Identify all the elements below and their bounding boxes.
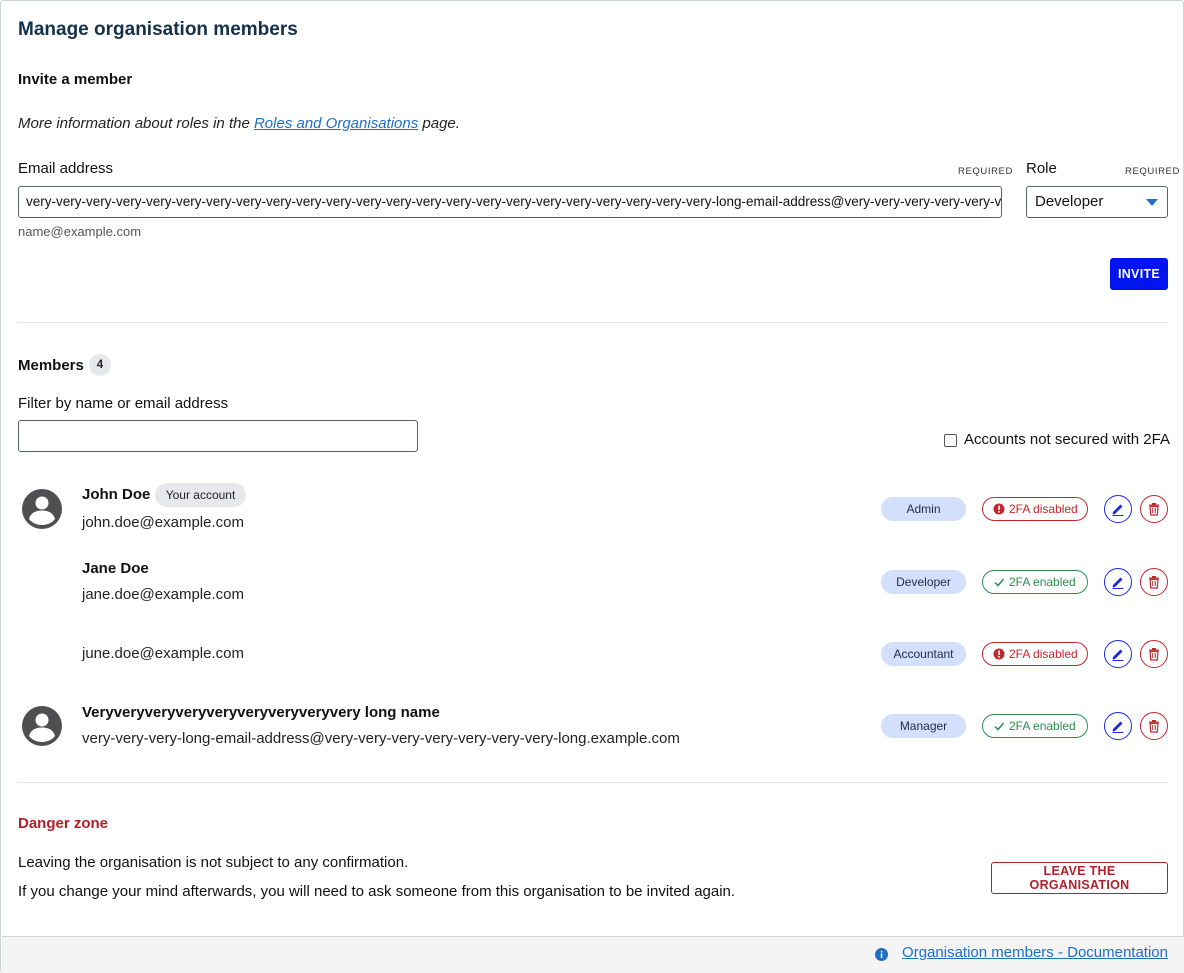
page-title: Manage organisation members: [18, 19, 298, 40]
trash-icon: [1149, 503, 1159, 516]
roles-info-text: More information about roles in the Role…: [18, 115, 460, 132]
role-required-tag: REQUIRED: [1125, 166, 1180, 177]
tfa-status-badge: 2FA disabled: [982, 497, 1088, 521]
delete-member-button[interactable]: [1140, 495, 1168, 523]
tfa-status-label: 2FA enabled: [1009, 575, 1076, 589]
trash-icon: [1149, 576, 1159, 589]
check-icon: [994, 578, 1005, 587]
member-email: jane.doe@example.com: [82, 586, 244, 603]
invite-heading: Invite a member: [18, 71, 133, 88]
delete-member-button[interactable]: [1140, 640, 1168, 668]
tfa-status-label: 2FA enabled: [1009, 719, 1076, 733]
delete-member-button[interactable]: [1140, 568, 1168, 596]
role-select[interactable]: Developer: [1026, 186, 1168, 218]
footer: Organisation members - Documentation: [2, 936, 1184, 973]
filter-label: Filter by name or email address: [18, 395, 229, 412]
email-required-tag: REQUIRED: [958, 166, 1013, 177]
email-hint: name@example.com: [18, 224, 142, 239]
edit-member-button[interactable]: [1104, 495, 1132, 523]
members-count-badge: 4: [89, 354, 111, 376]
member-role-badge: Manager: [881, 714, 966, 738]
member-name: Veryveryveryveryveryveryveryveryvery lon…: [82, 704, 440, 721]
tfa-status-badge: 2FA enabled: [982, 714, 1088, 738]
info-prefix: More information about roles in the: [18, 115, 250, 132]
member-role-badge: Accountant: [881, 642, 966, 666]
tfa-status-label: 2FA disabled: [1009, 647, 1078, 661]
info-suffix: page.: [422, 115, 460, 132]
trash-icon: [1149, 720, 1159, 733]
not-secured-2fa-label: Accounts not secured with 2FA: [964, 431, 1170, 448]
invite-email-input[interactable]: very-very-very-very-very-very-very-very-…: [18, 186, 1002, 218]
danger-zone-text: If you change your mind afterwards, you …: [18, 883, 736, 900]
pencil-icon: [1112, 649, 1124, 661]
role-select-value: Developer: [1035, 193, 1104, 210]
check-icon: [994, 722, 1005, 731]
edit-member-button[interactable]: [1104, 568, 1132, 596]
chevron-down-icon: [1146, 199, 1158, 206]
info-icon: [875, 948, 888, 961]
member-email: june.doe@example.com: [82, 645, 244, 662]
tfa-status-badge: 2FA enabled: [982, 570, 1088, 594]
delete-member-button[interactable]: [1140, 712, 1168, 740]
trash-icon: [1149, 648, 1159, 661]
divider: [18, 782, 1168, 783]
user-circle-icon: [22, 706, 62, 746]
role-label: Role: [1026, 160, 1057, 177]
email-label: Email address: [18, 160, 114, 177]
members-panel: Manage organisation members Invite a mem…: [0, 0, 1184, 973]
error-circle-icon: [993, 503, 1005, 515]
divider: [18, 322, 1168, 323]
edit-member-button[interactable]: [1104, 640, 1132, 668]
danger-zone-heading: Danger zone: [18, 815, 109, 832]
user-circle-icon: [22, 489, 62, 529]
edit-member-button[interactable]: [1104, 712, 1132, 740]
roles-organisations-link[interactable]: Roles and Organisations: [254, 115, 418, 132]
error-circle-icon: [993, 648, 1005, 660]
documentation-link[interactable]: Organisation members - Documentation: [902, 944, 1168, 961]
not-secured-2fa-checkbox[interactable]: [944, 434, 957, 447]
member-name: Jane Doe: [82, 560, 149, 577]
filter-input[interactable]: [18, 420, 418, 452]
leave-organisation-button[interactable]: LEAVE THE ORGANISATION: [991, 862, 1168, 894]
invite-button[interactable]: INVITE: [1110, 258, 1168, 290]
danger-zone-text: Leaving the organisation is not subject …: [18, 854, 409, 871]
member-role-badge: Admin: [881, 497, 966, 521]
tfa-status-label: 2FA disabled: [1009, 502, 1078, 516]
member-email: very-very-very-long-email-address@very-v…: [82, 730, 680, 747]
pencil-icon: [1112, 721, 1124, 733]
members-heading: Members: [18, 357, 84, 374]
member-name: John Doe: [82, 486, 151, 503]
tfa-status-badge: 2FA disabled: [982, 642, 1088, 666]
pencil-icon: [1112, 577, 1124, 589]
member-email: john.doe@example.com: [82, 514, 244, 531]
pencil-icon: [1112, 504, 1124, 516]
your-account-badge: Your account: [155, 483, 246, 507]
member-role-badge: Developer: [881, 570, 966, 594]
